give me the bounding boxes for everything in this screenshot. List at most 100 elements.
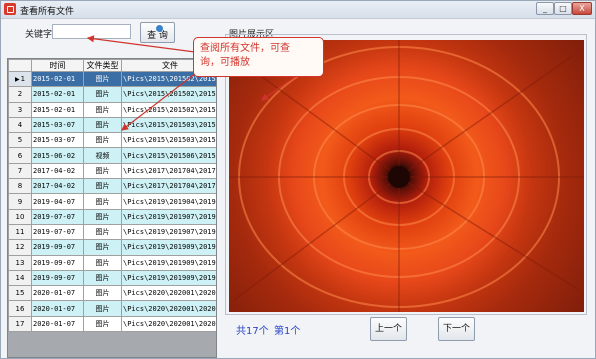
table-row[interactable]: 16 2020-01-07 图片 \Pics\2020\202001\2020 xyxy=(8,300,216,317)
cell-type[interactable]: 图片 xyxy=(83,101,122,118)
search-button-label: 查 询 xyxy=(147,31,168,41)
cell-type[interactable]: 图片 xyxy=(83,86,122,103)
table-row[interactable]: 11 2019-07-07 图片 \Pics\2019\201907\2019 xyxy=(8,223,216,241)
cell-file[interactable]: \Pics\2019\201907\2019 xyxy=(121,223,216,241)
table-row[interactable]: 4 2015-03-07 图片 \Pics\2015\201503\2015 xyxy=(8,116,216,134)
prev-button[interactable]: 上一个 xyxy=(370,317,407,341)
cell-time[interactable]: 2019-09-07 xyxy=(31,269,84,287)
table-row[interactable]: 3 2015-02-01 图片 \Pics\2015\201502\2015 xyxy=(8,101,216,118)
callout-line-1: 查阅所有文件，可查 xyxy=(200,43,290,54)
cell-time[interactable]: 2019-07-07 xyxy=(31,208,84,225)
cell-file[interactable]: \Pics\2019\201907\2019 xyxy=(121,208,216,225)
cell-type[interactable]: 图片 xyxy=(83,269,122,287)
row-number[interactable]: 5 xyxy=(8,132,32,149)
table-row[interactable]: 15 2020-01-07 图片 \Pics\2020\202001\2020 xyxy=(8,285,216,302)
cell-file[interactable]: \Pics\2019\201904\2019 xyxy=(121,193,216,210)
cell-file[interactable]: \Pics\2015\201503\2015 xyxy=(121,116,216,134)
cell-time[interactable]: 2015-02-01 xyxy=(31,70,84,88)
row-number[interactable]: 12 xyxy=(8,239,32,256)
maximize-button[interactable]: □ xyxy=(554,2,572,15)
table-row[interactable]: 8 2017-04-02 图片 \Pics\2017\201704\2017 xyxy=(8,178,216,195)
row-number[interactable]: 6 xyxy=(8,147,32,164)
cell-time[interactable]: 2017-04-02 xyxy=(31,178,84,195)
row-number[interactable]: 14 xyxy=(8,269,32,287)
cell-file[interactable]: \Pics\2019\201909\2019 xyxy=(121,239,216,256)
table-row[interactable]: 9 2019-04-07 图片 \Pics\2019\201904\2019 xyxy=(8,193,216,210)
table-row[interactable]: 14 2019-09-07 图片 \Pics\2019\201909\2019 xyxy=(8,269,216,287)
total-count: 共17个 xyxy=(236,326,269,337)
cell-type[interactable]: 图片 xyxy=(83,193,122,210)
cell-time[interactable]: 2015-02-01 xyxy=(31,101,84,118)
column-header-time[interactable]: 时间 xyxy=(31,59,84,72)
search-icon xyxy=(156,25,163,32)
row-number[interactable]: 2 xyxy=(8,86,32,103)
cell-time[interactable]: 2017-04-02 xyxy=(31,162,84,180)
table-row[interactable]: 5 2015-03-07 图片 \Pics\2015\201503\2015 xyxy=(8,132,216,149)
search-button[interactable]: 查 询 xyxy=(140,22,175,43)
next-button[interactable]: 下一个 xyxy=(438,317,475,341)
cell-file[interactable]: \Pics\2020\202001\2020 xyxy=(121,315,216,333)
file-grid[interactable]: 时间 文件类型 文件 ▶1 2015-02-01 图片 \Pics\2015\2015… xyxy=(7,58,217,358)
cell-file[interactable]: \Pics\2019\201909\2019 xyxy=(121,269,216,287)
table-row[interactable]: 17 2020-01-07 图片 \Pics\2020\202001\2020 xyxy=(8,315,216,333)
cell-type[interactable]: 视频 xyxy=(83,147,122,164)
row-number[interactable]: ▶1 xyxy=(8,70,32,88)
cell-type[interactable]: 图片 xyxy=(83,300,122,317)
minimize-button[interactable]: _ xyxy=(536,2,554,15)
cell-time[interactable]: 2015-02-01 xyxy=(31,86,84,103)
cell-type[interactable]: 图片 xyxy=(83,208,122,225)
cell-time[interactable]: 2015-06-02 xyxy=(31,147,84,164)
cell-type[interactable]: 图片 xyxy=(83,132,122,149)
cell-file[interactable]: \Pics\2015\201502\2015 xyxy=(121,101,216,118)
cell-file[interactable]: \Pics\2019\201909\2019 xyxy=(121,254,216,271)
cell-file[interactable]: \Pics\2020\202001\2020 xyxy=(121,300,216,317)
row-number[interactable]: 16 xyxy=(8,300,32,317)
cell-type[interactable]: 图片 xyxy=(83,116,122,134)
cell-time[interactable]: 2015-03-07 xyxy=(31,116,84,134)
app-icon xyxy=(4,3,16,15)
cell-type[interactable]: 图片 xyxy=(83,178,122,195)
cell-file[interactable]: \Pics\2017\201704\2017 xyxy=(121,178,216,195)
table-row[interactable]: ▶1 2015-02-01 图片 \Pics\2015\201502\2015 xyxy=(8,70,216,88)
table-row[interactable]: 6 2015-06-02 视频 \Pics\2015\201506\2015 xyxy=(8,147,216,164)
cell-type[interactable]: 图片 xyxy=(83,239,122,256)
table-row[interactable]: 10 2019-07-07 图片 \Pics\2019\201907\2019 xyxy=(8,208,216,225)
cell-time[interactable]: 2019-07-07 xyxy=(31,223,84,241)
row-number[interactable]: 7 xyxy=(8,162,32,180)
current-index: 第1个 xyxy=(274,326,301,337)
row-number[interactable]: 15 xyxy=(8,285,32,302)
cell-time[interactable]: 2015-03-07 xyxy=(31,132,84,149)
cell-file[interactable]: \Pics\2020\202001\2020 xyxy=(121,285,216,302)
keyword-input[interactable] xyxy=(52,24,131,39)
cell-file[interactable]: \Pics\2017\201704\2017 xyxy=(121,162,216,180)
table-row[interactable]: 12 2019-09-07 图片 \Pics\2019\201909\2019 xyxy=(8,239,216,256)
row-number[interactable]: 4 xyxy=(8,116,32,134)
column-header-type[interactable]: 文件类型 xyxy=(83,59,122,72)
cell-type[interactable]: 图片 xyxy=(83,254,122,271)
row-number[interactable]: 11 xyxy=(8,223,32,241)
table-row[interactable]: 2 2015-02-01 图片 \Pics\2015\201502\2015 xyxy=(8,86,216,103)
row-number[interactable]: 3 xyxy=(8,101,32,118)
cell-time[interactable]: 2019-04-07 xyxy=(31,193,84,210)
cell-type[interactable]: 图片 xyxy=(83,162,122,180)
cell-type[interactable]: 图片 xyxy=(83,223,122,241)
close-button[interactable]: X xyxy=(572,2,592,15)
row-number[interactable]: 13 xyxy=(8,254,32,271)
cell-file[interactable]: \Pics\2015\201503\2015 xyxy=(121,132,216,149)
table-row[interactable]: 7 2017-04-02 图片 \Pics\2017\201704\2017 xyxy=(8,162,216,180)
cell-time[interactable]: 2019-09-07 xyxy=(31,254,84,271)
row-number[interactable]: 8 xyxy=(8,178,32,195)
row-number[interactable]: 10 xyxy=(8,208,32,225)
cell-file[interactable]: \Pics\2015\201502\2015 xyxy=(121,86,216,103)
row-number[interactable]: 17 xyxy=(8,315,32,333)
cell-time[interactable]: 2020-01-07 xyxy=(31,315,84,333)
cell-type[interactable]: 图片 xyxy=(83,285,122,302)
cell-type[interactable]: 图片 xyxy=(83,315,122,333)
table-row[interactable]: 13 2019-09-07 图片 \Pics\2019\201909\2019 xyxy=(8,254,216,271)
cell-time[interactable]: 2020-01-07 xyxy=(31,285,84,302)
cell-type[interactable]: 图片 xyxy=(83,70,122,88)
cell-file[interactable]: \Pics\2015\201506\2015 xyxy=(121,147,216,164)
row-number[interactable]: 9 xyxy=(8,193,32,210)
cell-time[interactable]: 2020-01-07 xyxy=(31,300,84,317)
cell-time[interactable]: 2019-09-07 xyxy=(31,239,84,256)
